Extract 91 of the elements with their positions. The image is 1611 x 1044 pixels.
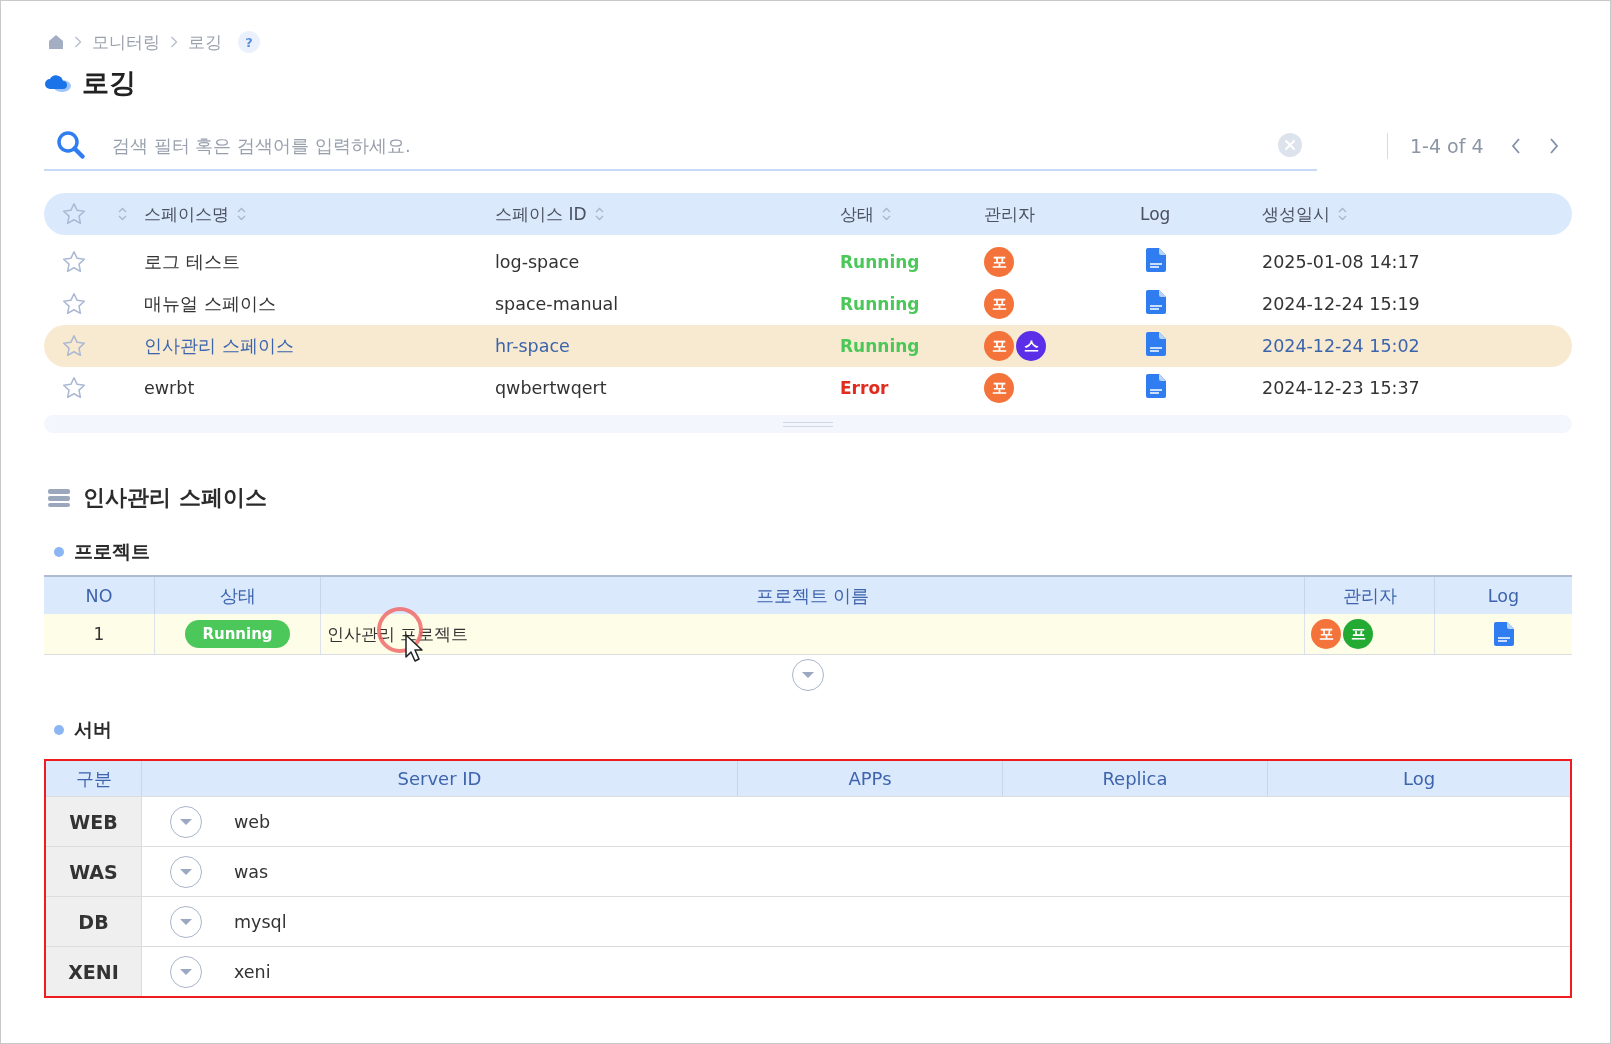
caret-down-icon <box>179 967 193 976</box>
subsection-title: 서버 <box>74 717 112 742</box>
expand-button[interactable] <box>170 855 202 888</box>
sort-icon[interactable] <box>117 207 127 221</box>
bullet-icon <box>54 725 64 735</box>
log-file-icon[interactable] <box>1146 332 1166 356</box>
category-cell: XENI <box>46 947 142 996</box>
section-title: 인사관리 스페이스 <box>83 484 267 512</box>
table-cell: 매뉴얼 스페이스 <box>144 294 276 314</box>
subsection-title: 프로젝트 <box>74 539 150 564</box>
star-icon[interactable] <box>61 375 87 401</box>
table-cell: xeni <box>234 961 271 982</box>
caret-down-icon <box>179 867 193 876</box>
status-badge: Running <box>185 620 290 648</box>
chevron-left-icon[interactable] <box>1509 137 1522 155</box>
column-header: Replica <box>1003 761 1268 796</box>
chevron-right-icon[interactable] <box>1547 137 1560 155</box>
star-icon[interactable] <box>61 249 87 275</box>
column-header: 관리자 <box>984 202 1035 226</box>
column-header[interactable]: 상태 <box>840 202 891 226</box>
log-file-icon[interactable] <box>1493 622 1514 646</box>
table-cell: qwbertwqert <box>495 378 607 398</box>
table-cell: hr-space <box>495 336 570 356</box>
star-icon[interactable] <box>61 333 87 359</box>
server-stack-icon <box>47 488 71 508</box>
table-cell: was <box>234 861 269 882</box>
chevron-right-icon <box>74 36 82 48</box>
column-header: Log <box>1401 767 1437 791</box>
caret-down-icon <box>179 917 193 926</box>
table-cell: 인사관리 스페이스 <box>144 336 294 356</box>
status-text: Running <box>840 252 920 272</box>
manager-avatar: 포 <box>984 331 1014 361</box>
manager-avatar: 프 <box>1343 619 1373 649</box>
column-header: Log <box>1140 204 1171 224</box>
status-text: Running <box>840 336 920 356</box>
table-row[interactable]: 매뉴얼 스페이스 space-manual Running 포 2024-12-24 15:19 <box>44 283 1572 325</box>
clear-icon[interactable] <box>1277 132 1303 158</box>
expand-button[interactable] <box>792 659 824 691</box>
table-cell: log-space <box>495 252 580 272</box>
column-header: Server ID <box>142 761 738 796</box>
log-file-icon[interactable] <box>1146 374 1166 398</box>
sort-icon[interactable] <box>1338 207 1347 221</box>
table-cell: web <box>234 811 271 832</box>
table-row[interactable]: ewrbt qwbertwqert Error 포 2024-12-23 15:37 <box>44 367 1572 409</box>
search-field[interactable]: 검색 필터 혹은 검색어를 입력하세요. <box>110 133 1253 157</box>
column-header: 구분 <box>46 761 142 796</box>
table-cell: 2024-12-23 15:37 <box>1262 378 1420 398</box>
column-header[interactable]: 생성일시 <box>1262 202 1347 226</box>
table-row[interactable]: 인사관리 스페이스 hr-space Running 포 스 2024-12-24 15:02 <box>44 325 1572 367</box>
expand-button[interactable] <box>170 805 202 838</box>
table-cell: space-manual <box>495 294 619 314</box>
column-header[interactable]: 스페이스 ID <box>495 202 604 226</box>
table-cell: 1 <box>44 614 155 654</box>
manager-avatar: 포 <box>984 289 1014 319</box>
expand-button[interactable] <box>170 955 202 988</box>
star-icon[interactable] <box>61 291 87 317</box>
column-header[interactable]: 스페이스명 <box>144 202 246 226</box>
category-cell: DB <box>46 897 142 946</box>
chevron-right-icon <box>170 36 178 48</box>
status-text: Running <box>840 294 920 314</box>
category-cell: WEB <box>46 797 142 846</box>
table-cell: mysql <box>234 911 287 932</box>
page-title: 로깅 <box>82 66 136 100</box>
sort-icon[interactable] <box>237 207 246 221</box>
caret-down-icon <box>179 817 193 826</box>
log-file-icon[interactable] <box>1146 248 1166 272</box>
manager-avatar: 포 <box>1311 619 1341 649</box>
table-cell: 2024-12-24 15:19 <box>1262 294 1420 314</box>
table-cell: 로그 테스트 <box>144 252 240 272</box>
star-icon[interactable] <box>61 201 87 227</box>
sort-icon[interactable] <box>594 207 604 221</box>
sort-icon[interactable] <box>882 207 891 221</box>
table-row[interactable]: 로그 테스트 log-space Running 포 2025-01-08 14:17 <box>44 241 1572 283</box>
caret-down-icon <box>801 671 815 679</box>
manager-avatar: 포 <box>984 247 1014 277</box>
expand-button[interactable] <box>170 905 202 938</box>
cloud-icon <box>44 73 72 93</box>
table-cell: ewrbt <box>144 378 195 398</box>
category-cell: WAS <box>46 847 142 896</box>
column-header: APPs <box>738 761 1003 796</box>
manager-avatar: 스 <box>1016 331 1046 361</box>
log-file-icon[interactable] <box>1146 290 1166 314</box>
table-cell: 2025-01-08 14:17 <box>1262 252 1420 272</box>
table-cell: 2024-12-24 15:02 <box>1262 336 1420 356</box>
status-text: Error <box>840 378 889 398</box>
search-icon <box>56 130 86 160</box>
column-header: Log <box>1486 584 1521 608</box>
home-icon[interactable] <box>48 34 64 50</box>
pagination-range: 1-4 of 4 <box>1410 135 1484 157</box>
manager-avatar: 포 <box>984 373 1014 403</box>
bullet-icon <box>54 547 64 557</box>
